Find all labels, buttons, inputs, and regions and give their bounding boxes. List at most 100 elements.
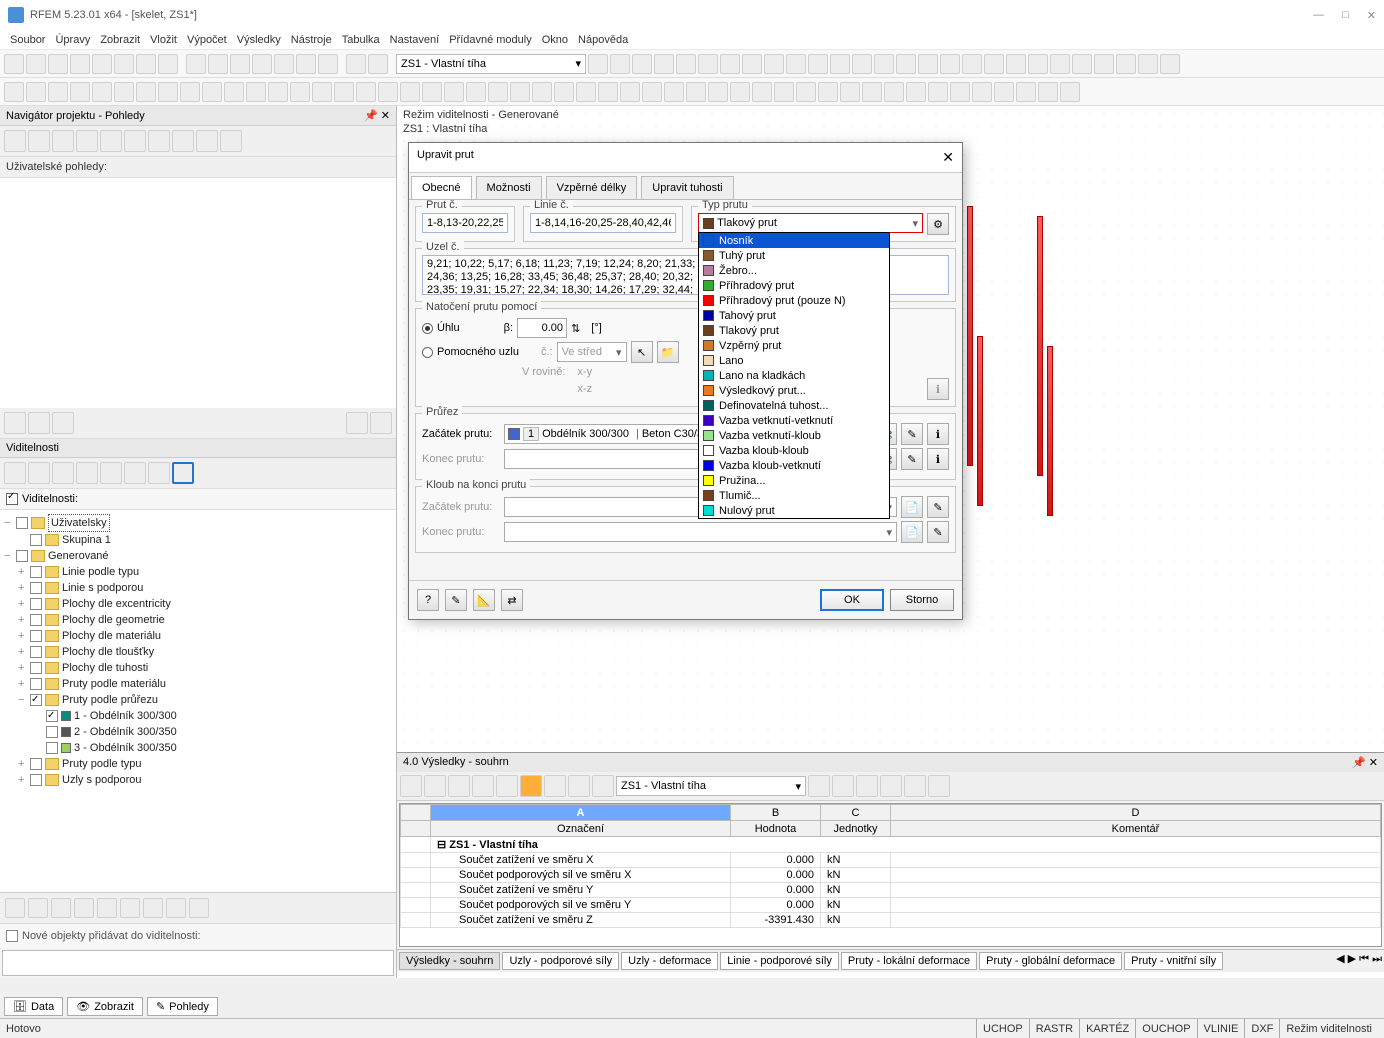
dropdown-item[interactable]: Žebro...: [699, 263, 889, 278]
help-button[interactable]: ?: [417, 589, 439, 611]
tool-button[interactable]: [796, 82, 816, 102]
result-tab[interactable]: Pruty - globální deformace: [979, 952, 1122, 970]
dialog-close-icon[interactable]: ✕: [942, 149, 954, 166]
tool-button[interactable]: [654, 54, 674, 74]
res-tool[interactable]: [448, 775, 470, 797]
tool-button[interactable]: [1016, 82, 1036, 102]
tool-button[interactable]: [274, 54, 294, 74]
menu-vlozit[interactable]: Vložit: [150, 34, 177, 46]
tab-moznosti[interactable]: Možnosti: [476, 176, 542, 199]
prut-number-input[interactable]: [422, 213, 508, 233]
user-views-list[interactable]: [0, 178, 396, 408]
tool-button[interactable]: [532, 82, 552, 102]
status-cell[interactable]: OUCHOP: [1135, 1019, 1196, 1038]
dropdown-item[interactable]: Vazba vetknutí-vetknutí: [699, 413, 889, 428]
nav-tool[interactable]: [346, 412, 368, 434]
tool-button[interactable]: [576, 82, 596, 102]
status-cell[interactable]: Režim viditelnosti: [1279, 1019, 1378, 1038]
calc-button[interactable]: 📐: [473, 589, 495, 611]
tool-button[interactable]: [368, 54, 388, 74]
tool-button[interactable]: [268, 82, 288, 102]
section-info-button[interactable]: ℹ: [927, 448, 949, 470]
nav-tool[interactable]: [4, 412, 26, 434]
nav-tool[interactable]: [52, 130, 74, 152]
menu-vypocet[interactable]: Výpočet: [187, 34, 227, 46]
nav-tool[interactable]: [97, 898, 117, 918]
minimize-button[interactable]: —: [1313, 9, 1324, 22]
nav-tool[interactable]: [189, 898, 209, 918]
dropdown-item[interactable]: Pružina...: [699, 473, 889, 488]
line-number-input[interactable]: [530, 213, 676, 233]
dropdown-item[interactable]: Tlakový prut: [699, 323, 889, 338]
tool-button[interactable]: [852, 54, 872, 74]
tool-button[interactable]: [1028, 54, 1048, 74]
info-button[interactable]: ℹ: [927, 378, 949, 400]
menu-upravy[interactable]: Úpravy: [55, 34, 90, 46]
dropdown-item[interactable]: Tahový prut: [699, 308, 889, 323]
tool-button[interactable]: [488, 82, 508, 102]
tool-button[interactable]: [92, 54, 112, 74]
tab-obecne[interactable]: Obecné: [411, 176, 472, 199]
result-tab[interactable]: Pruty - vnitřní síly: [1124, 952, 1223, 970]
tool-button[interactable]: [686, 82, 706, 102]
vis-tool[interactable]: [4, 462, 26, 484]
tool-button[interactable]: [312, 82, 332, 102]
tool-button[interactable]: [114, 82, 134, 102]
tool-button[interactable]: [230, 54, 250, 74]
tool-button[interactable]: [346, 54, 366, 74]
nav-tool[interactable]: [124, 130, 146, 152]
dropdown-item[interactable]: Příhradový prut: [699, 278, 889, 293]
results-close-icon[interactable]: 📌 ✕: [1352, 756, 1378, 769]
note-button[interactable]: ✎: [445, 589, 467, 611]
nav-tool[interactable]: [120, 898, 140, 918]
vis-tool[interactable]: [124, 462, 146, 484]
tool-button[interactable]: [664, 82, 684, 102]
nav-tool[interactable]: [28, 130, 50, 152]
tool-button[interactable]: [4, 82, 24, 102]
tool-button[interactable]: [136, 82, 156, 102]
tool-button[interactable]: [296, 54, 316, 74]
nav-tool[interactable]: [4, 130, 26, 152]
tool-button[interactable]: [698, 54, 718, 74]
menu-moduly[interactable]: Přídavné moduly: [449, 34, 532, 46]
tool-button[interactable]: [136, 54, 156, 74]
tool-button[interactable]: [774, 82, 794, 102]
pick-node-button[interactable]: ↖: [631, 341, 653, 363]
nav-tool[interactable]: [196, 130, 218, 152]
tool-button[interactable]: [1116, 54, 1136, 74]
tool-button[interactable]: [1060, 82, 1080, 102]
menu-nastroje[interactable]: Nástroje: [291, 34, 332, 46]
tool-button[interactable]: [884, 82, 904, 102]
tool-button[interactable]: [918, 54, 938, 74]
menu-vysledky[interactable]: Výsledky: [237, 34, 281, 46]
res-tool[interactable]: [832, 775, 854, 797]
tool-button[interactable]: [984, 54, 1004, 74]
tool-button[interactable]: [48, 54, 68, 74]
tool-button[interactable]: [444, 82, 464, 102]
hinge-new-button[interactable]: 📄: [901, 496, 923, 518]
tool-button[interactable]: [246, 82, 266, 102]
tool-button[interactable]: [906, 82, 926, 102]
tool-button[interactable]: [26, 82, 46, 102]
menu-tabulka[interactable]: Tabulka: [342, 34, 380, 46]
tool-button[interactable]: [972, 82, 992, 102]
tool-button[interactable]: [158, 54, 178, 74]
nav-tool[interactable]: [76, 130, 98, 152]
vis-tool[interactable]: [100, 462, 122, 484]
tool-button[interactable]: [1050, 54, 1070, 74]
beta-input[interactable]: [517, 318, 567, 338]
tool-button[interactable]: [70, 54, 90, 74]
dropdown-item[interactable]: Vazba kloub-kloub: [699, 443, 889, 458]
tool-button[interactable]: [896, 54, 916, 74]
result-tab[interactable]: Uzly - podporové síly: [502, 952, 619, 970]
nav-tool[interactable]: [28, 898, 48, 918]
status-cell[interactable]: KARTÉZ: [1079, 1019, 1135, 1038]
nav-tool[interactable]: [370, 412, 392, 434]
tool-button[interactable]: [786, 54, 806, 74]
storno-button[interactable]: Storno: [890, 589, 954, 611]
tool-button[interactable]: [720, 54, 740, 74]
tool-button[interactable]: [830, 54, 850, 74]
nav-tool[interactable]: [5, 898, 25, 918]
tool-button[interactable]: [874, 54, 894, 74]
tool-button[interactable]: [180, 82, 200, 102]
